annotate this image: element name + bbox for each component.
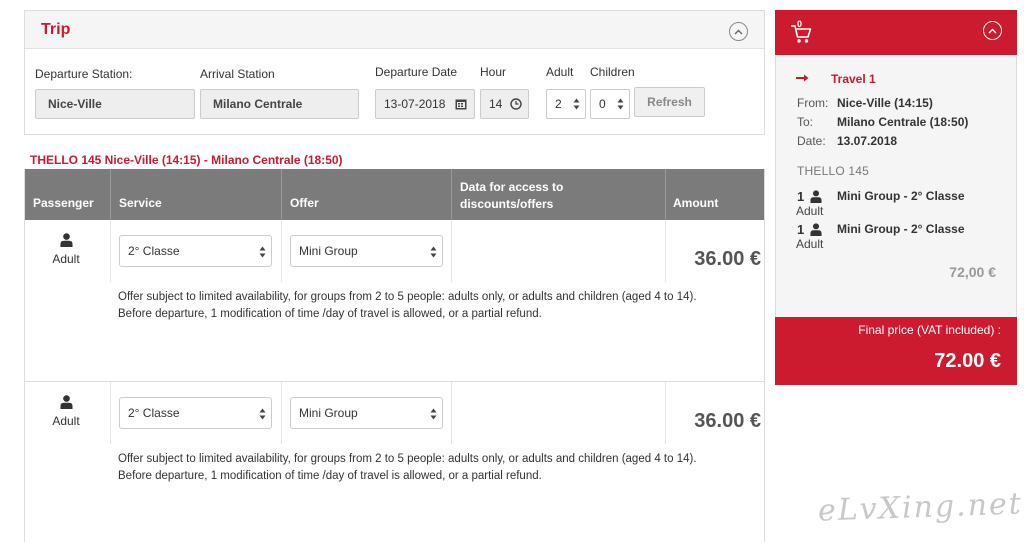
amount-value: 36.00 € [694,410,761,432]
chevron-up-icon [988,27,997,34]
cart-train: THELLO 145 [797,164,870,178]
passenger-cell: Adult [31,395,101,428]
cart-item-desc: Mini Group - 2° Classe [837,222,965,236]
calendar-icon [455,99,467,110]
fares-table: Passenger Service Offer Data for access … [24,169,765,542]
user-icon [60,233,72,247]
header-data-access: Data for access to discounts/offers [460,179,563,213]
cart-count: 0 [797,19,803,29]
updown-arrows-icon [617,98,624,110]
offer-value: Mini Group [299,406,358,420]
departure-date-label: Departure Date [375,65,458,79]
updown-arrows-icon [573,98,580,110]
header-data-access-line1: Data for access to [460,180,564,194]
refresh-button[interactable]: Refresh [634,87,705,117]
children-value: 0 [599,97,606,111]
date-value: 13.07.2018 [837,134,898,148]
from-label: From: [797,96,829,110]
offer-note-line2: Before departure, 1 modification of time… [118,308,542,320]
header-passenger: Passenger [33,196,94,210]
arrow-right-icon [796,74,809,82]
cart-item-qty: 1 [797,222,805,237]
hour-field[interactable]: 14 [480,89,529,119]
chevron-up-icon [734,29,743,34]
final-price-label: Final price (VAT included) : [858,323,1001,337]
service-value: 2° Classe [128,406,180,420]
collapse-cart-button[interactable] [983,21,1002,40]
offer-note-line1: Offer subject to limited availability, f… [118,291,697,303]
clock-icon [510,98,522,110]
adult-label: Adult [546,65,574,79]
offer-note: Offer subject to limited availability, f… [118,289,697,323]
to-value: Milano Centrale (18:50) [837,115,969,129]
service-select[interactable]: 2° Classe [119,235,272,267]
departure-date-field[interactable]: 13-07-2018 [375,89,475,119]
updown-arrows-icon [259,246,266,258]
offer-select[interactable]: Mini Group [290,235,443,267]
to-label: To: [797,115,814,129]
cart-item-passenger: Adult [796,237,824,251]
cart-item-qty: 1 [797,189,805,204]
from-value: Nice-Ville (14:15) [837,96,933,110]
offer-select[interactable]: Mini Group [290,397,443,429]
collapse-trip-button[interactable] [729,22,748,41]
arrival-station-field[interactable]: Milano Centrale [200,89,359,119]
cart-header: 0 [775,10,1017,55]
cart-item-desc: Mini Group - 2° Classe [837,189,965,203]
departure-date-value: 13-07-2018 [384,97,446,111]
train-summary: THELLO 145 Nice-Ville (14:15) - Milano C… [30,153,343,167]
user-icon [60,395,72,409]
passenger-type: Adult [52,414,80,428]
cart-item-passenger: Adult [796,204,824,218]
offer-note: Offer subject to limited availability, f… [118,451,697,485]
trip-title: Trip [41,21,71,38]
trip-header: Trip [25,11,764,49]
adult-select[interactable]: 2 [546,89,586,119]
offer-note-line1: Offer subject to limited availability, f… [118,453,697,465]
adult-value: 2 [555,97,562,111]
updown-arrows-icon [430,246,437,258]
header-offer: Offer [290,196,319,210]
passenger-cell: Adult [31,233,101,266]
user-icon [810,223,822,236]
date-label: Date: [797,134,826,148]
final-price-value: 72.00 € [934,350,1001,372]
passenger-type: Adult [52,252,80,266]
table-header: Passenger Service Offer Data for access … [25,169,764,220]
amount-value: 36.00 € [694,248,761,270]
hour-value: 14 [489,97,503,111]
header-service: Service [119,196,162,210]
trip-panel: Trip Departure Station: Nice-Ville Arriv… [24,10,765,135]
departure-station-field[interactable]: Nice-Ville [35,89,195,119]
travel-title: Travel 1 [831,72,876,86]
offer-note-line2: Before departure, 1 modification of time… [118,470,542,482]
updown-arrows-icon [430,408,437,420]
cart-panel: 0 Travel 1 From: Nice-Ville (14:15) To: … [775,10,1017,385]
arrival-station-label: Arrival Station [200,67,275,81]
service-select[interactable]: 2° Classe [119,397,272,429]
updown-arrows-icon [259,408,266,420]
departure-station-label: Departure Station: [35,67,133,81]
header-data-access-line2: discounts/offers [460,197,554,211]
offer-value: Mini Group [299,244,358,258]
children-select[interactable]: 0 [590,89,630,119]
hour-label: Hour [480,65,507,79]
watermark: eLvXing.net [817,486,1024,529]
header-amount: Amount [673,196,719,210]
cart-subtotal: 72,00 € [949,264,996,280]
service-value: 2° Classe [128,244,180,258]
children-label: Children [590,65,635,79]
final-price-box: Final price (VAT included) : 72.00 € [775,317,1017,385]
user-icon [810,190,822,203]
